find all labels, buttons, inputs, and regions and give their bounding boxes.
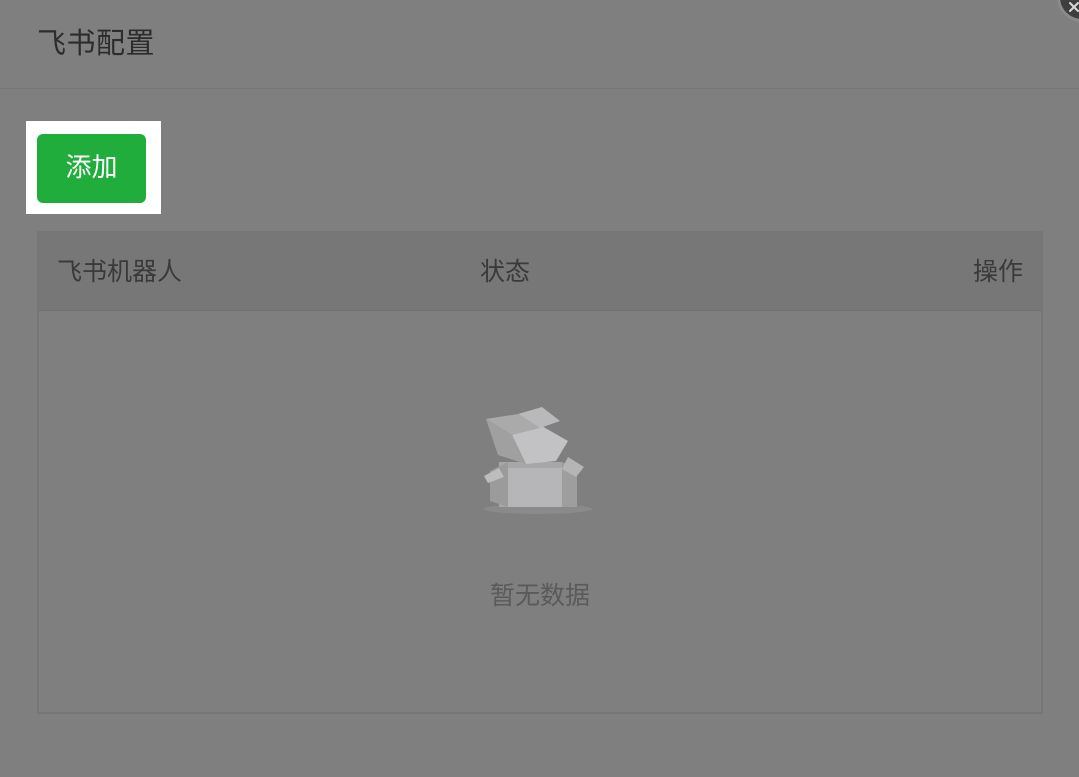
feishu-bot-table: 飞书机器人 状态 操作 暂无数据 — [37, 231, 1043, 714]
column-header-status: 状态 — [480, 257, 531, 286]
empty-box-icon — [484, 407, 592, 514]
feishu-config-dialog: 飞书配置 添加 飞书机器人 状态 操作 暂无数据 — [0, 0, 1079, 777]
empty-text: 暂无数据 — [489, 581, 590, 610]
dialog-title: 飞书配置 — [37, 26, 156, 60]
table-header: 飞书机器人 状态 操作 — [39, 233, 1041, 311]
dialog-header: 飞书配置 — [0, 0, 1079, 89]
close-icon — [1069, 2, 1079, 12]
add-button[interactable]: 添加 — [37, 134, 146, 203]
column-header-action: 操作 — [972, 257, 1023, 286]
column-header-feishu-bot: 飞书机器人 — [57, 257, 183, 286]
empty-state: 暂无数据 — [39, 311, 1041, 712]
